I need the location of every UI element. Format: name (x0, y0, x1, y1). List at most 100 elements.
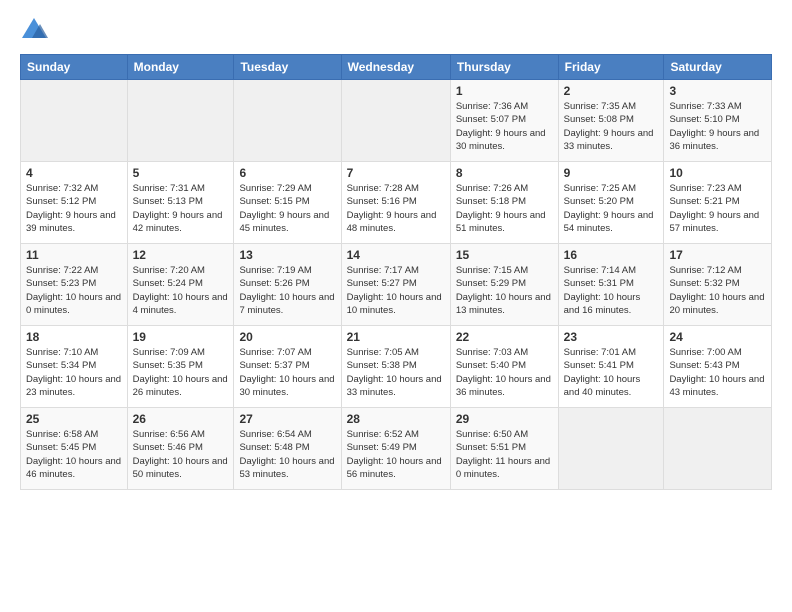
day-info: Sunrise: 6:50 AM Sunset: 5:51 PM Dayligh… (456, 428, 553, 481)
day-number: 6 (239, 166, 335, 180)
day-info: Sunrise: 7:35 AM Sunset: 5:08 PM Dayligh… (564, 100, 659, 153)
calendar-body: 1 Sunrise: 7:36 AM Sunset: 5:07 PM Daylig… (21, 80, 772, 490)
calendar-cell: 14 Sunrise: 7:17 AM Sunset: 5:27 PM Dayli… (341, 244, 450, 326)
day-number: 17 (669, 248, 766, 262)
day-info: Sunrise: 7:00 AM Sunset: 5:43 PM Dayligh… (669, 346, 766, 399)
day-number: 26 (133, 412, 229, 426)
calendar-cell: 28Sunrise: 6:52 AM Sunset: 5:49 PM Dayli… (341, 408, 450, 490)
day-number: 15 (456, 248, 553, 262)
calendar-header: SundayMondayTuesdayWednesdayThursdayFrid… (21, 55, 772, 80)
calendar-cell: 2 Sunrise: 7:35 AM Sunset: 5:08 PM Daylig… (558, 80, 664, 162)
day-number: 18 (26, 330, 122, 344)
calendar-cell: 6 Sunrise: 7:29 AM Sunset: 5:15 PM Daylig… (234, 162, 341, 244)
calendar-cell (664, 408, 772, 490)
day-number: 10 (669, 166, 766, 180)
calendar: SundayMondayTuesdayWednesdayThursdayFrid… (20, 54, 772, 490)
day-info: Sunrise: 7:20 AM Sunset: 5:24 PM Dayligh… (133, 264, 229, 317)
day-number: 4 (26, 166, 122, 180)
day-number: 12 (133, 248, 229, 262)
logo-icon (20, 16, 48, 44)
calendar-cell: 4 Sunrise: 7:32 AM Sunset: 5:12 PM Daylig… (21, 162, 128, 244)
header-day: Monday (127, 55, 234, 80)
header-day: Sunday (21, 55, 128, 80)
calendar-cell: 15 Sunrise: 7:15 AM Sunset: 5:29 PM Dayli… (450, 244, 558, 326)
day-number: 11 (26, 248, 122, 262)
day-info: Sunrise: 7:22 AM Sunset: 5:23 PM Dayligh… (26, 264, 122, 317)
day-info: Sunrise: 7:15 AM Sunset: 5:29 PM Dayligh… (456, 264, 553, 317)
calendar-cell: 24 Sunrise: 7:00 AM Sunset: 5:43 PM Dayli… (664, 326, 772, 408)
day-info: Sunrise: 6:54 AM Sunset: 5:48 PM Dayligh… (239, 428, 335, 481)
day-info: Sunrise: 7:31 AM Sunset: 5:13 PM Dayligh… (133, 182, 229, 235)
day-info: Sunrise: 6:58 AM Sunset: 5:45 PM Dayligh… (26, 428, 122, 481)
header-row: SundayMondayTuesdayWednesdayThursdayFrid… (21, 55, 772, 80)
day-number: 21 (347, 330, 445, 344)
calendar-week: 11 Sunrise: 7:22 AM Sunset: 5:23 PM Dayli… (21, 244, 772, 326)
calendar-week: 18 Sunrise: 7:10 AM Sunset: 5:34 PM Dayli… (21, 326, 772, 408)
calendar-cell: 1 Sunrise: 7:36 AM Sunset: 5:07 PM Daylig… (450, 80, 558, 162)
calendar-cell: 11 Sunrise: 7:22 AM Sunset: 5:23 PM Dayli… (21, 244, 128, 326)
day-info: Sunrise: 7:19 AM Sunset: 5:26 PM Dayligh… (239, 264, 335, 317)
calendar-cell: 8 Sunrise: 7:26 AM Sunset: 5:18 PM Daylig… (450, 162, 558, 244)
day-number: 13 (239, 248, 335, 262)
day-info: Sunrise: 7:23 AM Sunset: 5:21 PM Dayligh… (669, 182, 766, 235)
day-info: Sunrise: 7:14 AM Sunset: 5:31 PM Dayligh… (564, 264, 659, 317)
calendar-week: 1 Sunrise: 7:36 AM Sunset: 5:07 PM Daylig… (21, 80, 772, 162)
calendar-cell: 23 Sunrise: 7:01 AM Sunset: 5:41 PM Dayli… (558, 326, 664, 408)
day-info: Sunrise: 7:33 AM Sunset: 5:10 PM Dayligh… (669, 100, 766, 153)
header-day: Wednesday (341, 55, 450, 80)
calendar-cell: 10 Sunrise: 7:23 AM Sunset: 5:21 PM Dayli… (664, 162, 772, 244)
day-number: 5 (133, 166, 229, 180)
calendar-cell: 21Sunrise: 7:05 AM Sunset: 5:38 PM Dayli… (341, 326, 450, 408)
header-day: Thursday (450, 55, 558, 80)
day-number: 3 (669, 84, 766, 98)
calendar-cell: 22 Sunrise: 7:03 AM Sunset: 5:40 PM Dayli… (450, 326, 558, 408)
day-info: Sunrise: 7:10 AM Sunset: 5:34 PM Dayligh… (26, 346, 122, 399)
day-info: Sunrise: 7:17 AM Sunset: 5:27 PM Dayligh… (347, 264, 445, 317)
calendar-cell (21, 80, 128, 162)
calendar-week: 25Sunrise: 6:58 AM Sunset: 5:45 PM Dayli… (21, 408, 772, 490)
page: SundayMondayTuesdayWednesdayThursdayFrid… (0, 0, 792, 612)
day-info: Sunrise: 6:56 AM Sunset: 5:46 PM Dayligh… (133, 428, 229, 481)
calendar-cell: 27 Sunrise: 6:54 AM Sunset: 5:48 PM Dayli… (234, 408, 341, 490)
calendar-cell (341, 80, 450, 162)
day-info: Sunrise: 7:29 AM Sunset: 5:15 PM Dayligh… (239, 182, 335, 235)
day-info: Sunrise: 7:07 AM Sunset: 5:37 PM Dayligh… (239, 346, 335, 399)
calendar-cell: 3 Sunrise: 7:33 AM Sunset: 5:10 PM Daylig… (664, 80, 772, 162)
calendar-cell: 16Sunrise: 7:14 AM Sunset: 5:31 PM Dayli… (558, 244, 664, 326)
day-number: 27 (239, 412, 335, 426)
day-number: 20 (239, 330, 335, 344)
day-number: 7 (347, 166, 445, 180)
calendar-cell (127, 80, 234, 162)
day-number: 2 (564, 84, 659, 98)
day-number: 24 (669, 330, 766, 344)
calendar-cell: 12 Sunrise: 7:20 AM Sunset: 5:24 PM Dayli… (127, 244, 234, 326)
day-number: 14 (347, 248, 445, 262)
day-info: Sunrise: 7:32 AM Sunset: 5:12 PM Dayligh… (26, 182, 122, 235)
calendar-cell (558, 408, 664, 490)
day-number: 1 (456, 84, 553, 98)
day-number: 8 (456, 166, 553, 180)
day-info: Sunrise: 7:36 AM Sunset: 5:07 PM Dayligh… (456, 100, 553, 153)
calendar-cell: 29Sunrise: 6:50 AM Sunset: 5:51 PM Dayli… (450, 408, 558, 490)
calendar-cell: 7 Sunrise: 7:28 AM Sunset: 5:16 PM Daylig… (341, 162, 450, 244)
day-number: 9 (564, 166, 659, 180)
day-info: Sunrise: 6:52 AM Sunset: 5:49 PM Dayligh… (347, 428, 445, 481)
header-day: Friday (558, 55, 664, 80)
day-number: 23 (564, 330, 659, 344)
logo (20, 16, 52, 44)
calendar-cell: 26 Sunrise: 6:56 AM Sunset: 5:46 PM Dayli… (127, 408, 234, 490)
day-number: 19 (133, 330, 229, 344)
header (20, 16, 772, 44)
day-info: Sunrise: 7:25 AM Sunset: 5:20 PM Dayligh… (564, 182, 659, 235)
day-number: 22 (456, 330, 553, 344)
calendar-cell: 20 Sunrise: 7:07 AM Sunset: 5:37 PM Dayli… (234, 326, 341, 408)
header-day: Saturday (664, 55, 772, 80)
calendar-cell: 5 Sunrise: 7:31 AM Sunset: 5:13 PM Daylig… (127, 162, 234, 244)
day-info: Sunrise: 7:03 AM Sunset: 5:40 PM Dayligh… (456, 346, 553, 399)
day-info: Sunrise: 7:28 AM Sunset: 5:16 PM Dayligh… (347, 182, 445, 235)
calendar-cell: 25Sunrise: 6:58 AM Sunset: 5:45 PM Dayli… (21, 408, 128, 490)
calendar-cell: 17Sunrise: 7:12 AM Sunset: 5:32 PM Dayli… (664, 244, 772, 326)
day-info: Sunrise: 7:01 AM Sunset: 5:41 PM Dayligh… (564, 346, 659, 399)
day-info: Sunrise: 7:26 AM Sunset: 5:18 PM Dayligh… (456, 182, 553, 235)
calendar-cell: 18 Sunrise: 7:10 AM Sunset: 5:34 PM Dayli… (21, 326, 128, 408)
